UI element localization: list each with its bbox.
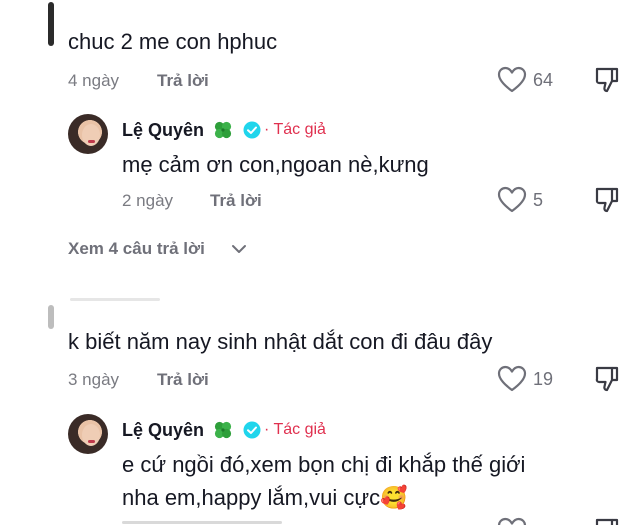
- reply-meta-partial: [122, 521, 282, 524]
- reply-text-line-2: nha em,happy lắm,vui cực🥰: [122, 484, 407, 513]
- author-tag: · Tác giả: [264, 421, 326, 438]
- verified-badge-icon: [243, 121, 261, 139]
- heart-outline-icon[interactable]: [497, 365, 527, 393]
- comment-text: k biết năm nay sinh nhật dắt con đi đâu …: [68, 329, 493, 354]
- comment-avatar[interactable]: [48, 305, 54, 329]
- thumbs-down-icon[interactable]: [594, 66, 620, 94]
- thumbs-down-icon[interactable]: [594, 365, 620, 393]
- like-count: 5: [533, 190, 544, 210]
- comment-text: chuc 2 me con hphuc: [68, 29, 278, 54]
- reply-author-name[interactable]: Lệ Quyên: [122, 119, 204, 141]
- avatar[interactable]: [68, 114, 108, 154]
- comment-avatar[interactable]: [48, 2, 54, 46]
- comment-time: 3 ngày: [68, 370, 120, 389]
- reply-button[interactable]: Trả lời: [210, 190, 262, 212]
- clover-icon: [212, 119, 234, 141]
- author-tag: · Tác giả: [264, 121, 326, 138]
- verified-badge-icon: [243, 421, 261, 439]
- smiling-face-with-hearts-emoji: 🥰: [380, 486, 408, 511]
- chevron-down-icon: [232, 245, 246, 253]
- like-count: 19: [533, 369, 554, 389]
- reply-text-line-1: e cứ ngồi đó,xem bọn chị đi khắp thế giớ…: [122, 452, 526, 477]
- reply-text-line-2-text: nha em,happy lắm,vui cực: [122, 485, 381, 510]
- heart-outline-icon[interactable]: [497, 517, 527, 525]
- clover-icon: [212, 419, 234, 441]
- thumbs-down-icon[interactable]: [594, 186, 620, 214]
- avatar[interactable]: [68, 414, 108, 454]
- comments-panel: chuc 2 me con hphuc 4 ngày Trả lời 64 Lệ…: [0, 0, 625, 525]
- heart-outline-icon[interactable]: [497, 186, 527, 214]
- reply-button[interactable]: Trả lời: [157, 70, 209, 92]
- like-count: 64: [533, 70, 554, 90]
- thumbs-down-icon[interactable]: [594, 517, 620, 525]
- comment-author-name[interactable]: [70, 298, 160, 301]
- comment-time: 4 ngày: [68, 71, 120, 90]
- reply-button[interactable]: Trả lời: [157, 369, 209, 391]
- reply-text: mẹ cảm ơn con,ngoan nè,kưng: [122, 152, 429, 177]
- reply-time: 2 ngày: [122, 191, 174, 210]
- view-more-label: Xem 4 câu trả lời: [68, 239, 205, 258]
- reply-author-name[interactable]: Lệ Quyên: [122, 419, 204, 441]
- heart-outline-icon[interactable]: [497, 66, 527, 94]
- view-more-replies[interactable]: Xem 4 câu trả lời: [68, 238, 268, 260]
